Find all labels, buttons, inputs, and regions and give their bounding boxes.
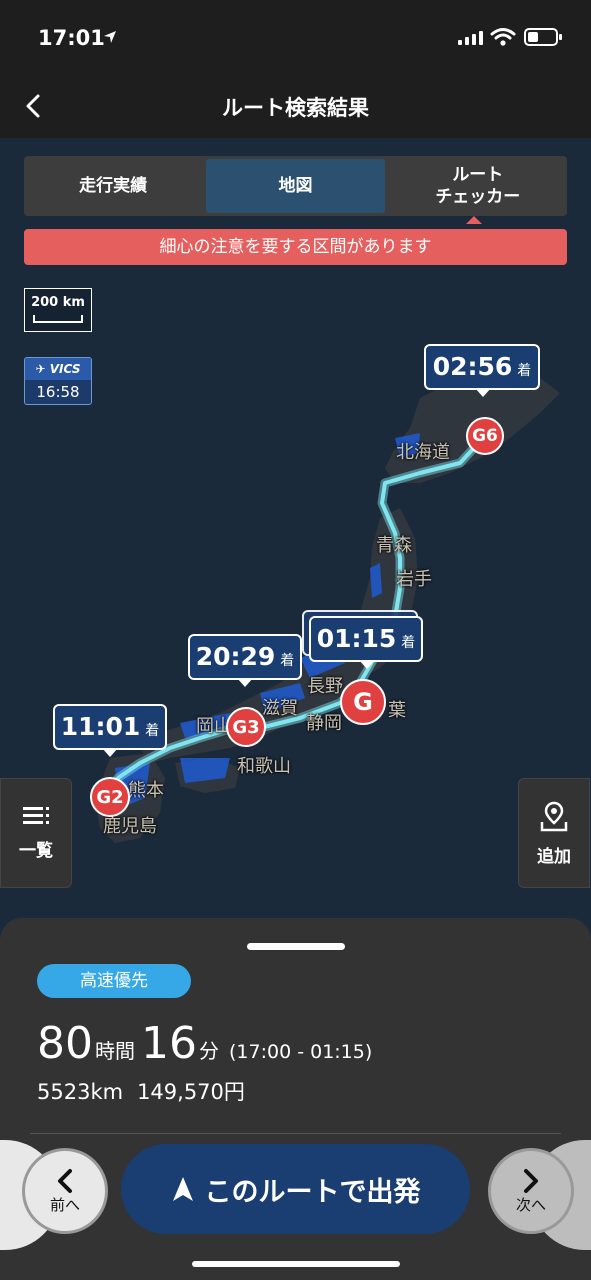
arrival-suffix: 着 [401, 635, 416, 651]
arrival-bubble-g2[interactable]: 11:01 着 [53, 704, 167, 757]
tab-pointer [466, 216, 482, 224]
tab-route-checker-line2: チェッカー [435, 187, 521, 207]
place-label: 葉 [388, 700, 406, 721]
home-indicator[interactable] [192, 1261, 400, 1267]
route-toll-cost: 149,570円 [137, 1080, 245, 1104]
place-label: 和歌山 [237, 756, 291, 777]
arrival-time: 20:29 [195, 642, 276, 671]
goal-pin-g3[interactable]: G3 [226, 707, 266, 747]
wifi-icon [490, 28, 516, 46]
chevron-right-icon [524, 1168, 538, 1193]
vics-brand-text: VICS [49, 362, 81, 376]
place-label: 岩手 [396, 569, 432, 590]
arrival-time: 01:15 [316, 624, 397, 653]
location-arrow-icon [104, 31, 116, 43]
duration-time-range: (17:00 - 01:15) [229, 1041, 373, 1063]
tab-route-checker[interactable]: ルート チェッカー [389, 156, 567, 216]
vics-brand: ✈ VICS [25, 358, 91, 380]
arrival-bubble-g[interactable]: 01:15 着 [309, 616, 423, 669]
add-stop-button[interactable]: 追加 [518, 778, 590, 888]
duration-hours: 80 [37, 1018, 93, 1069]
signal-icon [458, 31, 483, 45]
navigation-arrow-icon [172, 1177, 193, 1201]
scale-bar [33, 315, 83, 323]
battery-icon [524, 28, 562, 46]
arrival-bubble-g6[interactable]: 02:56 着 [424, 344, 540, 397]
divider [30, 1133, 561, 1134]
next-route-label: 次へ [515, 1195, 546, 1214]
route-distance: 5523km [37, 1080, 124, 1104]
arrival-suffix: 着 [280, 653, 295, 669]
place-label: 長野 [307, 676, 343, 697]
route-duration: 80 時間 16 分 (17:00 - 01:15) [37, 1018, 372, 1069]
vics-badge[interactable]: ✈ VICS 16:58 [24, 357, 92, 405]
add-stop-label: 追加 [537, 846, 571, 867]
route-map[interactable]: 走行実績 地図 ルート チェッカー 細心の注意を要する区間があります 200 k… [0, 138, 591, 938]
start-route-label: このルートで出発 [204, 1176, 421, 1208]
goal-pin-g[interactable]: G [340, 679, 386, 725]
route-meta: 5523km 149,570円 [37, 1076, 245, 1106]
list-button[interactable]: 一覧 [0, 778, 72, 888]
arrival-suffix: 着 [517, 363, 532, 379]
tab-driving-record[interactable]: 走行実績 [24, 156, 202, 216]
list-icon [23, 806, 49, 824]
arrival-suffix: 着 [145, 723, 160, 739]
duration-hours-unit: 時間 [95, 1039, 135, 1063]
previous-route-label: 前へ [49, 1195, 80, 1214]
list-button-label: 一覧 [19, 840, 53, 861]
nav-header: ルート検索結果 [0, 76, 591, 138]
sheet-drag-handle[interactable] [247, 943, 345, 950]
place-label: 滋賀 [262, 698, 298, 719]
tab-map[interactable]: 地図 [206, 159, 385, 213]
place-label: 青森 [376, 535, 412, 556]
previous-route-button[interactable]: 前へ [22, 1148, 108, 1234]
status-bar: 17:01 [0, 0, 591, 76]
scale-label: 200 km [31, 295, 85, 310]
duration-minutes-unit: 分 [199, 1039, 219, 1063]
place-label: 静岡 [306, 713, 342, 734]
view-tabs: 走行実績 地図 ルート チェッカー [24, 156, 567, 216]
tab-route-checker-line1: ルート [452, 165, 504, 185]
bubble-tail [237, 678, 253, 687]
bubble-tail [102, 748, 118, 757]
goal-pin-g6[interactable]: G6 [466, 417, 504, 455]
chevron-left-icon [58, 1168, 72, 1193]
bubble-tail [475, 388, 491, 397]
start-route-button[interactable]: このルートで出発 [121, 1144, 470, 1234]
goal-pin-g2[interactable]: G2 [90, 777, 130, 817]
next-route-button[interactable]: 次へ [488, 1148, 574, 1234]
map-pin-add-icon [540, 801, 568, 831]
arrival-time: 02:56 [432, 352, 513, 381]
arrival-time: 11:01 [60, 712, 141, 741]
route-preference-badge: 高速優先 [37, 964, 191, 998]
status-time: 17:01 [38, 26, 105, 50]
duration-minutes: 16 [141, 1018, 197, 1069]
vics-time: 16:58 [36, 383, 80, 401]
caution-banner[interactable]: 細心の注意を要する区間があります [24, 229, 567, 265]
place-label: 熊本 [128, 780, 164, 801]
map-scale: 200 km [24, 288, 92, 332]
vics-logo-icon: ✈ [35, 362, 46, 376]
page-title: ルート検索結果 [222, 96, 369, 120]
place-label: 北海道 [396, 442, 450, 463]
arrival-bubble-g3[interactable]: 20:29 着 [188, 634, 302, 687]
bubble-tail [359, 660, 375, 669]
